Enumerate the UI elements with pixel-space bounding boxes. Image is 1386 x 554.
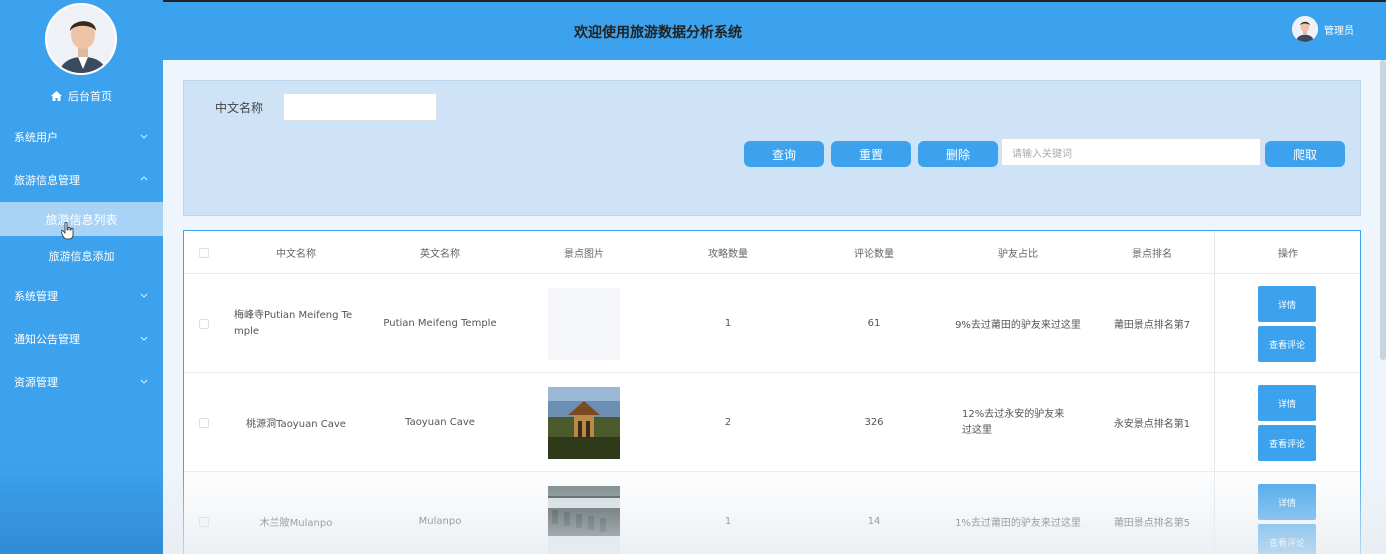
main-content: 中文名称 查询 重置 删除 请输入关键词 爬取 中文名称 英文名称 景点图片 攻…: [163, 60, 1386, 554]
sidebar-item-system-manage[interactable]: 系统管理: [0, 281, 163, 311]
cell-image: [514, 373, 654, 472]
detail-button[interactable]: 详情: [1258, 286, 1316, 322]
sidebar-item-label: 系统管理: [14, 290, 58, 303]
sidebar-item-label: 旅游信息管理: [14, 174, 80, 187]
search-field-label: 中文名称: [215, 101, 264, 115]
header-user[interactable]: 管理员: [1292, 16, 1354, 42]
user-name: 管理员: [1324, 25, 1354, 37]
attraction-image-placeholder: [548, 287, 620, 360]
cell-name-en: Taoyuan Cave: [405, 417, 475, 428]
row-checkbox-cell[interactable]: [196, 274, 212, 373]
detail-button[interactable]: 详情: [1258, 385, 1316, 421]
cell-comments: 326: [864, 417, 884, 428]
pavilion-photo-icon: [548, 386, 620, 459]
row-checkbox[interactable]: [199, 318, 209, 329]
cell-rank: 莆田景点排名第5: [1113, 518, 1191, 529]
delete-button[interactable]: 删除: [918, 141, 998, 167]
search-name-input[interactable]: [283, 93, 437, 121]
avatar: [1292, 16, 1318, 42]
dam-photo-icon: [548, 485, 620, 554]
table-row: 梅峰寺Putian Meifeng Temple Putian Meifeng …: [184, 274, 1360, 373]
select-all-checkbox[interactable]: [199, 247, 209, 258]
chevron-down-icon: [140, 293, 148, 298]
col-header: 中文名称: [276, 249, 316, 260]
scrollbar[interactable]: [1380, 60, 1386, 360]
data-table: 中文名称 英文名称 景点图片 攻略数量 评论数量 驴友占比 景点排名 操作 梅峰…: [183, 230, 1361, 554]
col-header: 攻略数量: [708, 249, 748, 260]
cell-name-en: Putian Meifeng Temple: [383, 318, 497, 329]
cell-guides: 2: [724, 417, 732, 428]
hand-cursor-icon: [61, 222, 74, 240]
col-header: 评论数量: [854, 249, 894, 260]
cell-ratio: 12%去过永安的驴友来过这里: [962, 408, 1065, 436]
user-avatar-icon: [47, 5, 115, 73]
cell-rank: 莆田景点排名第7: [1113, 320, 1191, 331]
cell-guides: 1: [724, 318, 732, 329]
cell-rank: 永安景点排名第1: [1113, 419, 1191, 430]
keyword-placeholder: 请输入关键词: [1012, 148, 1072, 160]
header: 欢迎使用旅游数据分析系统 管理员: [163, 0, 1386, 60]
search-panel: 中文名称 查询 重置 删除 请输入关键词 爬取: [183, 80, 1361, 216]
cell-image: [514, 274, 654, 373]
chevron-down-icon: [140, 134, 148, 139]
sidebar-item-travel-info[interactable]: 旅游信息管理: [0, 165, 163, 195]
keyword-input[interactable]: 请输入关键词: [1001, 138, 1261, 166]
cell-comments: 61: [867, 318, 881, 329]
sidebar-item-travel-add[interactable]: 旅游信息添加: [0, 239, 163, 273]
row-checkbox[interactable]: [199, 516, 209, 527]
chevron-down-icon: [140, 379, 148, 384]
sidebar-fade: [0, 464, 163, 554]
col-header: 操作: [1278, 249, 1298, 260]
col-header: 景点排名: [1132, 249, 1172, 260]
cell-name-en: Mulanpo: [418, 516, 462, 527]
cell-image: [514, 472, 654, 554]
chevron-down-icon: [140, 336, 148, 341]
query-button[interactable]: 查询: [744, 141, 824, 167]
view-comments-button[interactable]: 查看评论: [1258, 524, 1316, 554]
row-checkbox-cell[interactable]: [196, 472, 212, 554]
cell-name-cn: 桃源洞Taoyuan Cave: [246, 419, 346, 430]
table-header: 中文名称 英文名称 景点图片 攻略数量 评论数量 驴友占比 景点排名 操作: [184, 231, 1360, 274]
cell-ratio: 1%去过莆田的驴友来过这里: [955, 518, 1081, 529]
table-row: 桃源洞Taoyuan Cave Taoyuan Cave 2 326 12%去过…: [184, 373, 1360, 472]
crawl-button[interactable]: 爬取: [1265, 141, 1345, 167]
sidebar-item-notices[interactable]: 通知公告管理: [0, 324, 163, 354]
user-avatar-icon: [1292, 16, 1318, 42]
row-checkbox[interactable]: [199, 417, 209, 428]
sidebar-item-travel-list[interactable]: 旅游信息列表: [0, 202, 163, 236]
cell-name-cn: 梅峰寺Putian Meifeng Temple: [234, 309, 353, 337]
home-icon: [51, 91, 62, 101]
col-header: 英文名称: [420, 249, 460, 260]
sidebar: 后台首页 系统用户 旅游信息管理 旅游信息列表 旅游信息添加 系统管理 通知公告…: [0, 0, 163, 554]
row-checkbox-cell[interactable]: [196, 373, 212, 472]
cell-guides: 1: [724, 516, 732, 527]
col-header: 景点图片: [564, 249, 604, 260]
select-all-checkbox-cell[interactable]: [196, 231, 212, 274]
view-comments-button[interactable]: 查看评论: [1258, 326, 1316, 362]
avatar: [45, 3, 117, 75]
sidebar-item-label: 通知公告管理: [14, 333, 80, 346]
sidebar-item-label: 旅游信息添加: [48, 250, 115, 263]
sidebar-item-home[interactable]: 后台首页: [0, 86, 163, 106]
sidebar-item-label: 系统用户: [14, 131, 58, 144]
col-header: 驴友占比: [998, 249, 1038, 260]
sidebar-item-label: 资源管理: [14, 376, 58, 389]
chevron-up-icon: [140, 176, 148, 181]
sidebar-item-label: 旅游信息列表: [45, 212, 118, 227]
cell-ratio: 9%去过莆田的驴友来过这里: [955, 320, 1081, 331]
sidebar-item-resources[interactable]: 资源管理: [0, 367, 163, 397]
view-comments-button[interactable]: 查看评论: [1258, 425, 1316, 461]
cell-name-cn: 木兰陂Mulanpo: [259, 518, 333, 529]
sidebar-item-system-users[interactable]: 系统用户: [0, 122, 163, 152]
cell-comments: 14: [867, 516, 881, 527]
fixed-column-divider: [1214, 231, 1215, 554]
page-title: 欢迎使用旅游数据分析系统: [574, 25, 742, 41]
reset-button[interactable]: 重置: [831, 141, 911, 167]
table-row: 木兰陂Mulanpo Mulanpo 1 14 1%去过莆田的驴友来过这里 莆田…: [184, 472, 1360, 554]
sidebar-home-label: 后台首页: [68, 90, 112, 103]
detail-button[interactable]: 详情: [1258, 484, 1316, 520]
